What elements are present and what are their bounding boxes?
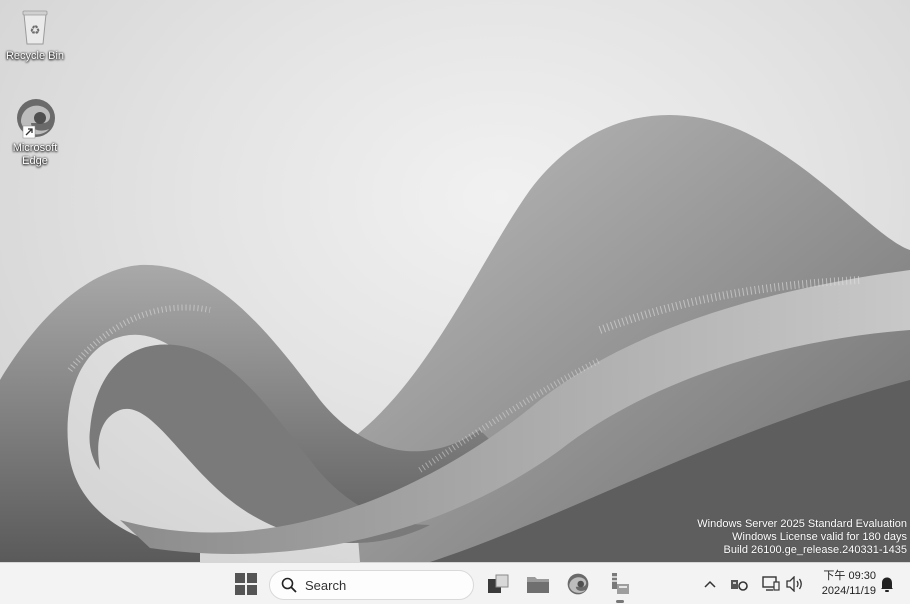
windows-start-icon [235,573,257,595]
notification-button[interactable] [876,568,898,600]
clock-date: 2024/11/19 [821,585,876,597]
desktop-icon-recycle-bin[interactable]: ♻ Recycle Bin [0,8,70,63]
taskbar: Search 下午 09:30 2024/11/19 [0,562,910,604]
folder-icon [527,577,549,593]
chevron-up-icon [704,580,716,588]
taskbar-clock[interactable]: 下午 09:30 2024/11/19 [810,569,876,599]
network-icon [762,576,780,591]
edge-taskbar-button[interactable] [562,568,594,600]
volume-tray-button[interactable] [784,568,806,600]
server-manager-button[interactable] [604,568,636,600]
watermark-edition: Windows Server 2025 Standard Evaluation [697,518,907,530]
wallpaper [0,114,910,562]
desktop-icon-edge[interactable]: Microsoft Edge [0,96,70,168]
edge-icon [17,99,55,139]
server-manager-icon [612,573,629,594]
task-view-icon [488,574,509,593]
task-view-button[interactable] [482,568,514,600]
search-placeholder: Search [305,577,347,593]
recycle-bin-icon: ♻ [22,10,48,45]
recycle-bin-label: Recycle Bin [5,50,65,62]
license-watermark: Windows Server 2025 Standard Evaluation … [697,518,907,557]
security-icon [731,580,748,591]
edge-icon [567,573,589,595]
security-tray-button[interactable] [728,568,750,600]
edge-label: Microsoft Edge [12,142,58,167]
watermark-build: Build 26100.ge_release.240331-1435 [723,544,908,556]
svg-text:♻: ♻ [30,23,41,37]
show-hidden-icons-button[interactable] [700,568,720,600]
file-explorer-button[interactable] [522,568,554,600]
running-indicator [616,600,624,603]
clock-time: 下午 09:30 [823,570,876,582]
notification-bell-icon [881,577,893,592]
start-button[interactable] [230,568,262,600]
watermark-license: Windows License valid for 180 days [732,531,907,543]
volume-icon [786,576,802,592]
desktop[interactable]: ♻ Recycle Bin Microsoft Edge Windows Ser… [0,0,910,562]
search-icon [281,577,297,593]
network-tray-button[interactable] [760,568,782,600]
taskbar-search-box[interactable]: Search [269,570,474,600]
